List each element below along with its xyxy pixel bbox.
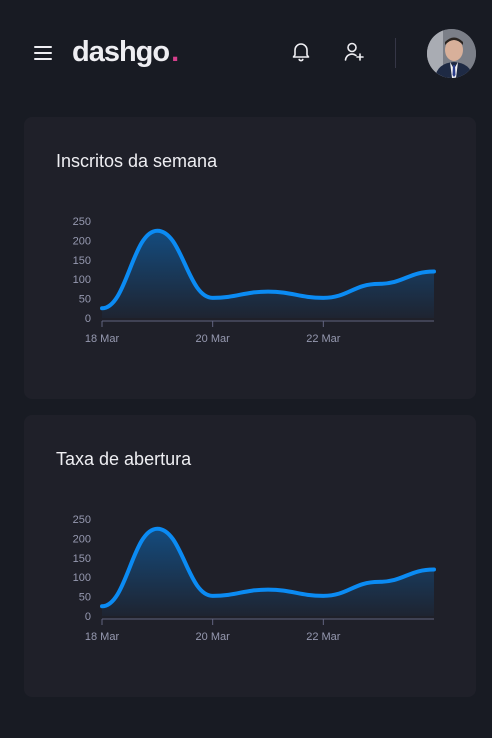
avatar[interactable]	[427, 29, 476, 78]
y-tick-label: 100	[73, 274, 91, 286]
x-tick-label: 22 Mar	[306, 333, 341, 345]
y-tick-label: 0	[85, 313, 91, 325]
chart-card-2: Taxa de abertura 250 200 150 100 50 0 18 Mar 20…	[24, 415, 476, 697]
x-tick-label: 18 Mar	[85, 631, 120, 643]
logo-text: dashgo	[72, 36, 170, 68]
series-area	[102, 528, 434, 616]
logo[interactable]: dashgo.	[72, 36, 179, 69]
series-area	[102, 230, 434, 318]
x-tick-label: 20 Mar	[196, 333, 231, 345]
x-tick-label: 22 Mar	[306, 631, 341, 643]
header-divider	[395, 38, 396, 68]
area-chart: 250 200 150 100 50 0 18 Mar 20 Mar 22 Mar	[73, 514, 436, 643]
y-tick-label: 100	[73, 572, 91, 584]
x-tick-label: 18 Mar	[85, 333, 120, 345]
y-tick-label: 150	[73, 553, 91, 565]
y-tick-label: 0	[85, 611, 91, 623]
menu-icon[interactable]	[32, 43, 54, 63]
y-tick-label: 50	[79, 294, 91, 306]
y-tick-label: 250	[73, 216, 91, 228]
y-tick-label: 250	[73, 514, 91, 526]
chart-card-1: Inscritos da semana 250 200 150 100 50 0 18 Ma…	[24, 117, 476, 399]
y-tick-label: 200	[73, 533, 91, 545]
y-tick-label: 200	[73, 235, 91, 247]
area-chart: 250 200 150 100 50 0 18 Mar 20 Mar 22 Mar	[73, 216, 436, 345]
logo-dot: .	[171, 36, 179, 68]
header: dashgo.	[0, 0, 492, 108]
user-plus-icon[interactable]	[342, 40, 366, 64]
y-tick-label: 50	[79, 592, 91, 604]
y-tick-label: 150	[73, 255, 91, 267]
x-tick-label: 20 Mar	[196, 631, 231, 643]
bell-icon[interactable]	[289, 40, 313, 64]
